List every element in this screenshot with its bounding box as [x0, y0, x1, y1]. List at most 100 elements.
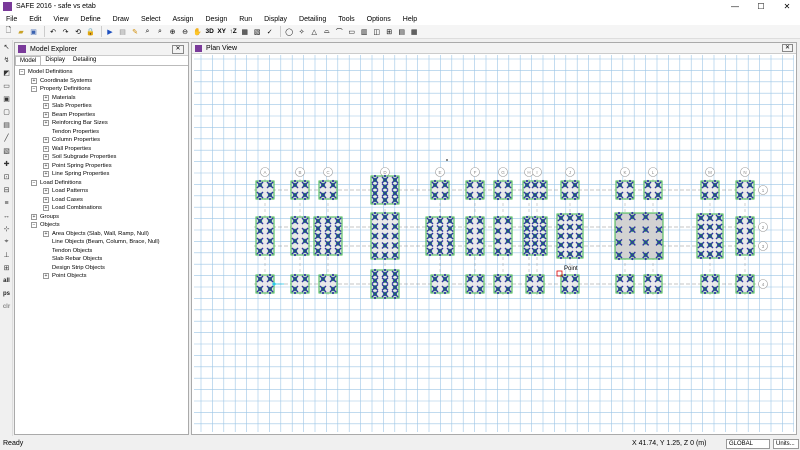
tree-node[interactable]: Design Strip Objects	[19, 264, 188, 273]
zoom-out-icon[interactable]: ⊖	[180, 26, 191, 37]
expand-icon[interactable]: +	[43, 94, 49, 101]
units-button[interactable]: Units...	[773, 438, 799, 449]
expand-icon[interactable]: +	[43, 137, 49, 144]
explorer-close-button[interactable]: ✕	[172, 45, 184, 54]
menu-detailing[interactable]: Detailing	[299, 16, 326, 23]
expand-icon[interactable]: +	[43, 162, 49, 169]
undo-icon[interactable]: ↶	[48, 26, 59, 37]
expand-icon[interactable]: +	[43, 154, 49, 161]
display-table-icon[interactable]: ▦	[409, 26, 420, 37]
menu-view[interactable]: View	[53, 16, 68, 23]
menu-run[interactable]: Run	[239, 16, 252, 23]
tree-node[interactable]: + Slab Properties	[19, 102, 188, 111]
tree-node[interactable]: − Property Definitions	[19, 85, 188, 94]
expand-icon[interactable]: +	[43, 188, 49, 195]
snap-icon[interactable]: ⊹	[1, 223, 12, 235]
expand-icon[interactable]: +	[43, 273, 49, 280]
plan-drawing[interactable]: A B C D E F G H I J K L M N1234Point	[194, 55, 794, 432]
tree-node[interactable]: + Beam Properties	[19, 111, 188, 120]
circle-icon[interactable]: ◯	[284, 26, 295, 37]
expand-icon[interactable]: +	[43, 103, 49, 110]
snap-grid-icon[interactable]: ⊞	[1, 262, 12, 274]
object-shrink-icon[interactable]: ✧	[296, 26, 307, 37]
draw-strip-icon[interactable]: ⊡	[1, 171, 12, 183]
tree-node[interactable]: + Materials	[19, 94, 188, 103]
draw-wall-icon[interactable]: ▧	[1, 145, 12, 157]
tree-node[interactable]: − Model Definitions	[19, 68, 188, 77]
draw-area-icon[interactable]: ◩	[1, 67, 12, 79]
tree-node[interactable]: + Reinforcing Bar Sizes	[19, 119, 188, 128]
draw-slab-icon[interactable]: ▣	[1, 93, 12, 105]
slab-icon[interactable]: ⌓	[321, 26, 332, 37]
previous-view-icon[interactable]: ▧	[252, 26, 263, 37]
plan-canvas[interactable]: A B C D E F G H I J K L M N 1 2 3 4 Point	[194, 55, 794, 432]
warning-icon[interactable]: △	[309, 26, 320, 37]
zoom-restore-icon[interactable]: ⌕	[155, 26, 166, 37]
expand-icon[interactable]: +	[43, 145, 49, 152]
clear-selection-button[interactable]: clr	[1, 301, 12, 313]
tree-node[interactable]: + Point Objects	[19, 272, 188, 281]
tree-node[interactable]: Tendon Objects	[19, 247, 188, 256]
menu-help[interactable]: Help	[403, 16, 417, 23]
menu-draw[interactable]: Draw	[113, 16, 129, 23]
menu-select[interactable]: Select	[141, 16, 160, 23]
table-icon[interactable]: ▤	[396, 26, 407, 37]
point-icon[interactable]: ◫	[371, 26, 382, 37]
tree-node[interactable]: + Column Properties	[19, 136, 188, 145]
grid-snap-icon[interactable]: ⌖	[1, 236, 12, 248]
menu-options[interactable]: Options	[367, 16, 391, 23]
zoom-in-icon[interactable]: ⊕	[167, 26, 178, 37]
expand-icon[interactable]: +	[43, 171, 49, 178]
run-icon[interactable]: ▶	[105, 26, 116, 37]
draw-opening-icon[interactable]: ▢	[1, 106, 12, 118]
expand-icon[interactable]: +	[43, 196, 49, 203]
save-icon[interactable]: ▣	[28, 26, 39, 37]
menu-define[interactable]: Define	[80, 16, 100, 23]
grid-toolbar-icon[interactable]: ⊞	[384, 26, 395, 37]
minimize-button[interactable]: —	[722, 0, 748, 13]
reshape-icon[interactable]: ↯	[1, 54, 12, 66]
lock-icon[interactable]: 🔒	[85, 26, 96, 37]
check-icon[interactable]: ✓	[264, 26, 275, 37]
pause-icon[interactable]: ▤	[117, 26, 128, 37]
refresh-icon[interactable]: ⟲	[73, 26, 84, 37]
tree-node[interactable]: + Area Objects (Slab, Wall, Ramp, Null)	[19, 230, 188, 239]
expand-icon[interactable]: +	[43, 111, 49, 118]
wall-icon[interactable]: ▥	[359, 26, 370, 37]
tree-node[interactable]: + Soil Subgrade Properties	[19, 153, 188, 162]
tree-node[interactable]: + Groups	[19, 213, 188, 222]
tree-node[interactable]: Line Objects (Beam, Column, Brace, Null)	[19, 238, 188, 247]
redo-icon[interactable]: ↷	[60, 26, 71, 37]
tab-detailing[interactable]: Detailing	[69, 56, 100, 65]
select-all-button[interactable]: all	[1, 275, 12, 287]
collapse-icon[interactable]: −	[31, 86, 37, 93]
menu-tools[interactable]: Tools	[338, 16, 354, 23]
menu-edit[interactable]: Edit	[29, 16, 41, 23]
tab-display[interactable]: Display	[41, 56, 69, 65]
collapse-icon[interactable]: −	[19, 69, 25, 76]
tab-model[interactable]: Model	[15, 56, 42, 65]
expand-icon[interactable]: +	[43, 120, 49, 127]
close-button[interactable]: ✕	[774, 0, 800, 13]
tree-node[interactable]: − Load Definitions	[19, 179, 188, 188]
pan-icon[interactable]: ✋	[192, 26, 203, 37]
tree-node[interactable]: Tendon Properties	[19, 128, 188, 137]
tree-node[interactable]: + Wall Properties	[19, 145, 188, 154]
draw-rect-icon[interactable]: ▭	[1, 80, 12, 92]
view-z-button[interactable]: ↑Z	[228, 26, 237, 37]
draw-beam-icon[interactable]: ▤	[1, 119, 12, 131]
draw-column-icon[interactable]: ╱	[1, 132, 12, 144]
tree-node[interactable]: + Coordinate Systems	[19, 77, 188, 86]
column-icon[interactable]: ▭	[346, 26, 357, 37]
tree-node[interactable]: + Line Spring Properties	[19, 170, 188, 179]
previous-selection-button[interactable]: ps	[1, 288, 12, 300]
plan-close-button[interactable]: ✕	[782, 44, 793, 52]
pointer-icon[interactable]: ↖	[1, 41, 12, 53]
view-3d-button[interactable]: 3D	[205, 26, 215, 37]
new-icon[interactable]: 🗋	[3, 26, 14, 37]
collapse-icon[interactable]: −	[31, 179, 37, 186]
menu-display[interactable]: Display	[264, 16, 287, 23]
menu-assign[interactable]: Assign	[172, 16, 193, 23]
draw-line-load-icon[interactable]: ≡	[1, 197, 12, 209]
pencil-icon[interactable]: ✎	[130, 26, 141, 37]
